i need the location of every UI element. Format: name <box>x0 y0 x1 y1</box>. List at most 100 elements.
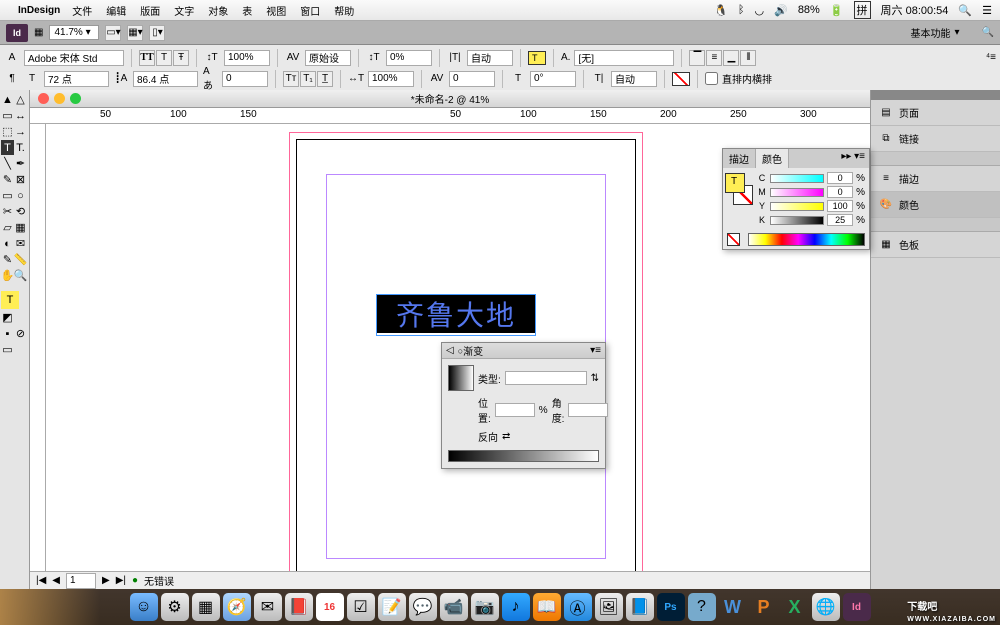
color-panel[interactable]: 描边 颜色 ▸▸ ▾≡ T C0% M0% Y100% K25% <box>722 148 870 250</box>
magenta-slider[interactable] <box>770 188 824 197</box>
align-top[interactable]: ▔ <box>689 50 705 66</box>
align-mid[interactable]: ≡ <box>706 50 722 66</box>
align-just[interactable]: ⫴ <box>740 50 756 66</box>
apply-color[interactable]: ▪ <box>1 326 14 341</box>
close-icon[interactable] <box>38 93 49 104</box>
measure-tool[interactable]: 📏 <box>14 252 27 267</box>
ruler-horizontal[interactable]: 50 100 150 50 100 150 200 250 300 <box>30 108 870 124</box>
panel-color[interactable]: 🎨颜色 <box>871 192 1000 218</box>
direct-select-tool[interactable]: △ <box>14 92 27 107</box>
reverse-icon[interactable]: ⇄ <box>502 431 510 442</box>
aki-after-field[interactable]: 自动 <box>611 71 657 87</box>
page-nav-prev[interactable]: ◀ <box>52 575 60 586</box>
spotlight-icon[interactable]: 🔍 <box>958 4 972 17</box>
color-tab[interactable]: 颜色 <box>756 149 789 168</box>
panel-stroke[interactable]: ≡描边 <box>871 166 1000 192</box>
menu-edit[interactable]: 编辑 <box>106 3 126 18</box>
dock-photobooth[interactable]: 📷 <box>471 593 499 621</box>
arrange-icon[interactable]: ▯▾ <box>149 25 165 41</box>
ellipse-tool[interactable]: ○ <box>14 188 27 203</box>
none-swatch-icon[interactable] <box>727 233 740 246</box>
align-bot[interactable]: ▁ <box>723 50 739 66</box>
tt-regular[interactable]: TT <box>139 50 155 66</box>
stroke-color[interactable] <box>672 72 690 86</box>
gradient-ramp[interactable] <box>448 450 599 462</box>
pencil-tool[interactable]: ✎ <box>1 172 14 187</box>
aki-field[interactable]: 自动 <box>467 50 513 66</box>
rect-tool[interactable]: ▭ <box>1 188 14 203</box>
type-path-tool[interactable]: T. <box>14 140 27 155</box>
dock-dictionary[interactable]: 📘 <box>626 593 654 621</box>
panel-pages[interactable]: ▤页面 <box>871 100 1000 126</box>
black-value[interactable]: 25 <box>827 214 853 226</box>
dock-messages[interactable]: 💬 <box>409 593 437 621</box>
menu-help[interactable]: 帮助 <box>334 3 354 18</box>
cyan-slider[interactable] <box>770 174 824 183</box>
preflight-status[interactable]: 无错误 <box>144 573 174 588</box>
fill-color[interactable]: T <box>528 51 546 65</box>
content-place-tool[interactable]: → <box>14 124 27 139</box>
view-options-icon[interactable]: ▭▾ <box>105 25 121 41</box>
leading-field[interactable]: 86.4 点 <box>133 71 198 87</box>
volume-icon[interactable]: 🔊 <box>774 4 788 17</box>
dock-help[interactable]: ? <box>688 593 716 621</box>
stroke-tab[interactable]: 描边 <box>723 149 756 168</box>
tt-caps[interactable]: Tᴛ <box>283 71 299 87</box>
menu-object[interactable]: 对象 <box>208 3 228 18</box>
fill-swatch[interactable]: T <box>1 291 19 309</box>
tatechuyoko-checkbox[interactable] <box>705 72 718 85</box>
bluetooth-icon[interactable]: ᛒ <box>738 4 745 16</box>
panel-swatches[interactable]: ▦色板 <box>871 232 1000 258</box>
page-number[interactable]: 1 <box>66 573 96 589</box>
clock[interactable]: 周六 08:00:54 <box>881 2 949 18</box>
char-mode-icon[interactable]: A <box>4 50 20 66</box>
font-family-field[interactable]: Adobe 宋体 Std <box>24 50 124 66</box>
dock-notes[interactable]: 📝 <box>378 593 406 621</box>
bridge-icon[interactable]: ▦ <box>34 27 43 38</box>
menu-window[interactable]: 窗口 <box>300 3 320 18</box>
tt-strike[interactable]: Ŧ <box>173 50 189 66</box>
menu-type[interactable]: 文字 <box>174 3 194 18</box>
minimize-icon[interactable] <box>54 93 65 104</box>
search-icon[interactable]: 🔍 <box>982 27 994 38</box>
line-tool[interactable]: ╲ <box>1 156 14 171</box>
preflight-icon[interactable]: ● <box>132 575 138 586</box>
dock-finder[interactable]: ☺ <box>130 593 158 621</box>
dock-launchpad[interactable]: ⚙ <box>161 593 189 621</box>
magenta-value[interactable]: 0 <box>827 186 853 198</box>
tt-small[interactable]: T <box>156 50 172 66</box>
dock-wps-w[interactable]: W <box>719 593 747 621</box>
dock-missioncontrol[interactable]: ▦ <box>192 593 220 621</box>
dock-wps-x[interactable]: X <box>781 593 809 621</box>
notification-icon[interactable]: ☰ <box>982 4 992 17</box>
dropdown-icon[interactable]: ⇅ <box>591 373 599 384</box>
free-transform-tool[interactable]: ▱ <box>1 220 14 235</box>
flyout-icon[interactable]: ⁴≡ <box>986 52 996 63</box>
text-frame[interactable]: 齐鲁大地 <box>376 294 536 336</box>
gradient-swatch-tool[interactable]: ▦ <box>14 220 27 235</box>
panel-drag-handle[interactable] <box>871 90 1000 100</box>
color-fill-swatch[interactable]: T <box>725 173 745 193</box>
cyan-value[interactable]: 0 <box>827 172 853 184</box>
dock-wps-p[interactable]: P <box>750 593 778 621</box>
dock-facetime[interactable]: 📹 <box>440 593 468 621</box>
view-mode[interactable]: ▭ <box>1 342 14 357</box>
tux-icon[interactable]: 🐧 <box>714 4 728 17</box>
zoom-tool[interactable]: 🔍 <box>14 268 27 283</box>
spectrum[interactable] <box>748 233 865 246</box>
charstyle-field[interactable]: [无] <box>574 50 674 66</box>
para-mode-icon[interactable]: ¶ <box>4 71 20 87</box>
gradient-angle-field[interactable] <box>568 403 608 417</box>
kerning-field[interactable]: 原始设 <box>305 50 351 66</box>
zoom-level[interactable]: 41.7% ▾ <box>49 25 99 40</box>
ruler-vertical[interactable] <box>30 124 46 571</box>
transform-tool[interactable]: ⟲ <box>14 204 27 219</box>
panel-links[interactable]: ⧉链接 <box>871 126 1000 152</box>
menu-view[interactable]: 视图 <box>266 3 286 18</box>
tsume-field[interactable]: 0 <box>222 71 268 87</box>
hscale-field[interactable]: 100% <box>224 50 270 66</box>
eyedropper-tool[interactable]: ✎ <box>1 252 14 267</box>
scissors-tool[interactable]: ✂ <box>1 204 14 219</box>
gradient-swatch[interactable] <box>448 365 474 391</box>
dock-safari[interactable]: 🧭 <box>223 593 251 621</box>
